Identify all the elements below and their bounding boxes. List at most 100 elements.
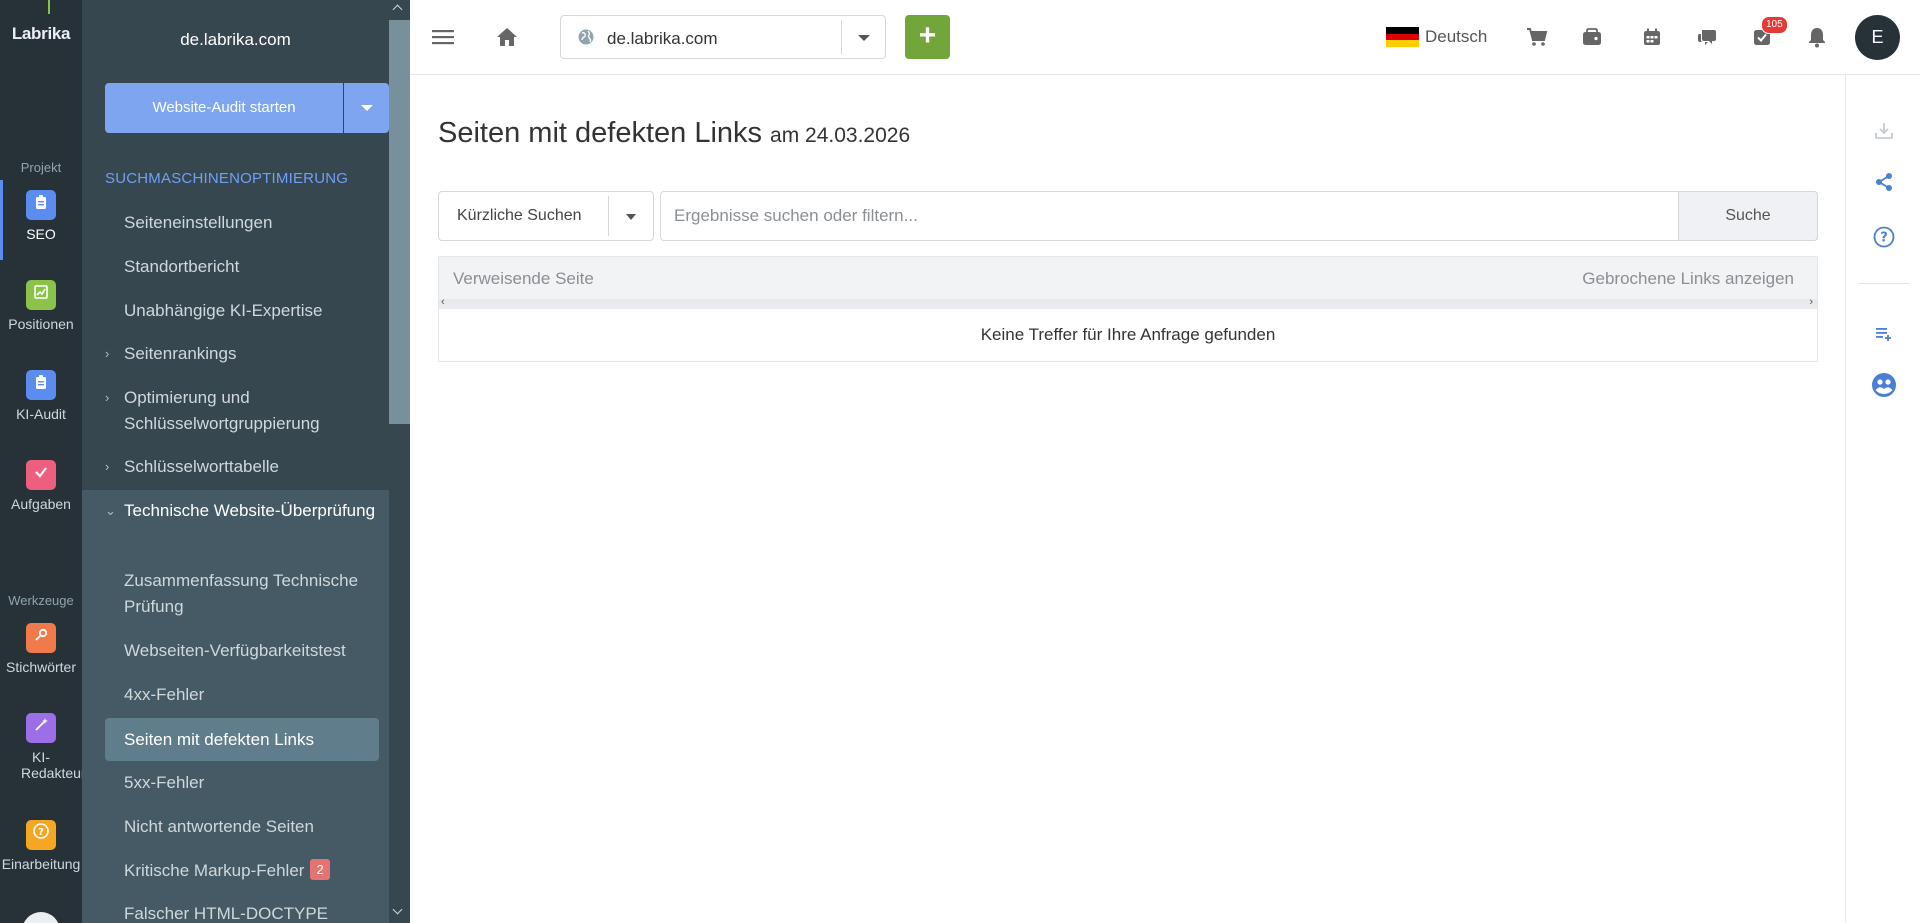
project-sidebar: de.labrika.com Website-Audit starten SUC…: [82, 0, 389, 923]
rail-label: Aufgaben: [11, 496, 71, 512]
share-icon[interactable]: [1870, 168, 1898, 196]
audit-options-dropdown[interactable]: [344, 83, 389, 133]
scroll-down-arrow[interactable]: [389, 903, 410, 923]
domain-value: de.labrika.com: [607, 29, 718, 48]
scroll-left-arrow[interactable]: ‹: [441, 296, 445, 308]
rail-item-seo[interactable]: SEO: [0, 180, 82, 260]
cart-icon[interactable]: [1522, 22, 1552, 52]
sidebar-item-markup-fehler[interactable]: Kritische Markup-Fehler 2: [105, 858, 389, 884]
sidebar-item-5xx-fehler[interactable]: 5xx-Fehler: [105, 770, 389, 796]
support-team-icon[interactable]: [1870, 371, 1898, 399]
home-icon[interactable]: [492, 22, 522, 52]
sidebar-item-label: Kritische Markup-Fehler: [124, 861, 305, 880]
sidebar-item-nicht-antwortend[interactable]: Nicht antwortende Seiten: [105, 814, 389, 840]
tasks-icon[interactable]: 105: [1747, 16, 1788, 52]
divider: [1858, 283, 1909, 284]
sidebar-item-label: Technische Website-Überprüfung: [124, 501, 376, 520]
column-header-referring-page[interactable]: Verweisende Seite: [453, 269, 594, 289]
sidebar-item-technische-pruefung[interactable]: ⌄ Technische Website-Überprüfung: [105, 498, 389, 524]
magic-wand-icon: [26, 713, 56, 743]
help-circle-icon[interactable]: ?: [1870, 223, 1898, 251]
sidebar-item-label: Nicht antwortende Seiten: [124, 817, 314, 836]
bell-icon[interactable]: [1802, 22, 1832, 52]
sidebar-section-title: SUCHMASCHINENOPTIMIERUNG: [105, 170, 349, 187]
right-toolbar: ?: [1845, 75, 1920, 923]
app-rail: Labrika Projekt SEO Positionen KI-Audit …: [0, 0, 86, 923]
page-title: Seiten mit defekten Links am 24.03.2026: [438, 117, 910, 150]
sidebar-item-verfuegbarkeitstest[interactable]: Webseiten-Verfügbarkeitstest: [105, 638, 389, 664]
scrollbar-thumb[interactable]: [389, 20, 410, 424]
report-date: am 24.03.2026: [770, 124, 911, 147]
sidebar-item-label: Seiten mit defekten Links: [124, 730, 314, 749]
results-table: Verweisende Seite Gebrochene Links anzei…: [438, 256, 1818, 362]
scroll-up-arrow[interactable]: [389, 0, 410, 20]
chevron-right-icon: ›: [105, 346, 110, 361]
add-project-button[interactable]: +: [905, 15, 950, 59]
rail-section-project: Projekt: [20, 160, 62, 175]
check-icon: [26, 460, 56, 490]
count-badge: 2: [310, 859, 330, 880]
rail-item-einarbeitung[interactable]: ? Einarbeitung: [0, 810, 82, 890]
sidebar-item-seitenrankings[interactable]: › Seitenrankings: [105, 341, 389, 367]
domain-selector[interactable]: de.labrika.com: [560, 15, 886, 59]
sidebar-item-4xx-fehler[interactable]: 4xx-Fehler: [105, 682, 389, 708]
sidebar-item-defekte-links[interactable]: Seiten mit defekten Links: [105, 718, 379, 761]
clipboard-icon: [26, 190, 56, 220]
support-avatar[interactable]: [22, 912, 60, 923]
wallet-icon[interactable]: [1577, 22, 1607, 52]
rail-label: Einarbeitung: [1, 856, 81, 872]
chevron-right-icon: ›: [105, 459, 110, 474]
sidebar-item-label: 5xx-Fehler: [124, 773, 205, 792]
menu-icon[interactable]: [428, 22, 458, 52]
sidebar-item-optimierung[interactable]: › Optimierung und Schlüsselwortgruppieru…: [105, 385, 389, 437]
rail-item-stichwoerter[interactable]: Stichwörter: [0, 613, 82, 693]
app-logo[interactable]: Labrika: [0, 24, 82, 44]
sidebar-item-html-doctype[interactable]: Falscher HTML-DOCTYPE: [105, 901, 389, 923]
playlist-add-icon[interactable]: [1870, 320, 1898, 348]
calendar-icon[interactable]: [1637, 22, 1667, 52]
rail-label: Stichwörter: [5, 659, 77, 675]
rail-item-ki-redakteur[interactable]: KI-Redakteur: [0, 703, 86, 783]
chevron-right-icon: ›: [105, 390, 110, 405]
rail-item-ki-audit[interactable]: KI-Audit: [0, 360, 82, 440]
sidebar-item-label: Schlüsselworttabelle: [124, 457, 279, 476]
sidebar-item-label: 4xx-Fehler: [124, 685, 205, 704]
chevron-down-icon[interactable]: [858, 35, 870, 41]
key-icon: [26, 623, 56, 653]
sidebar-item-zusammenfassung[interactable]: Zusammenfassung Technische Prüfung: [105, 568, 389, 620]
search-input[interactable]: [660, 191, 1679, 241]
table-horizontal-scrollbar[interactable]: ‹ ›: [439, 296, 1817, 309]
sidebar-item-seiteneinstellungen[interactable]: Seiteneinstellungen: [105, 210, 389, 236]
sidebar-item-standortbericht[interactable]: Standortbericht: [105, 254, 389, 280]
svg-text:?: ?: [38, 827, 44, 838]
sidebar-item-label: Zusammenfassung Technische Prüfung: [124, 571, 359, 616]
recent-searches-dropdown[interactable]: Kürzliche Suchen: [438, 191, 654, 241]
sidebar-scrollbar[interactable]: [389, 0, 410, 923]
chat-icon[interactable]: [1692, 22, 1722, 52]
sidebar-item-schluesselworttabelle[interactable]: › Schlüsselworttabelle: [105, 454, 389, 480]
chevron-down-icon[interactable]: [626, 214, 636, 220]
table-header: Verweisende Seite Gebrochene Links anzei…: [439, 257, 1817, 299]
search-button[interactable]: Suche: [1678, 191, 1818, 241]
scroll-right-arrow[interactable]: ›: [1809, 296, 1813, 308]
chart-icon: [26, 280, 56, 310]
rail-label: KI-Audit: [16, 406, 66, 422]
language-label: Deutsch: [1425, 27, 1488, 46]
sidebar-item-label: Optimierung und Schlüsselwortgruppierung: [124, 388, 320, 433]
column-header-broken-links[interactable]: Gebrochene Links anzeigen: [1582, 269, 1794, 289]
german-flag-icon: [1386, 27, 1419, 47]
sidebar-item-ki-expertise[interactable]: Unabhängige KI-Expertise: [105, 298, 389, 324]
top-header: de.labrika.com + Deutsch 105 E: [410, 0, 1920, 75]
rail-item-positionen[interactable]: Positionen: [0, 270, 82, 350]
chevron-down-icon: ⌄: [105, 503, 116, 518]
globe-icon: [577, 28, 595, 51]
sidebar-item-label: Seiteneinstellungen: [124, 213, 273, 232]
logo-accent: [48, 0, 50, 14]
help-icon: ?: [26, 820, 56, 850]
rail-item-aufgaben[interactable]: Aufgaben: [0, 450, 82, 530]
rail-label: SEO: [26, 226, 56, 242]
download-icon[interactable]: [1870, 117, 1898, 145]
divider: [608, 196, 609, 236]
start-audit-button[interactable]: Website-Audit starten: [105, 83, 343, 133]
user-avatar[interactable]: E: [1855, 15, 1900, 60]
